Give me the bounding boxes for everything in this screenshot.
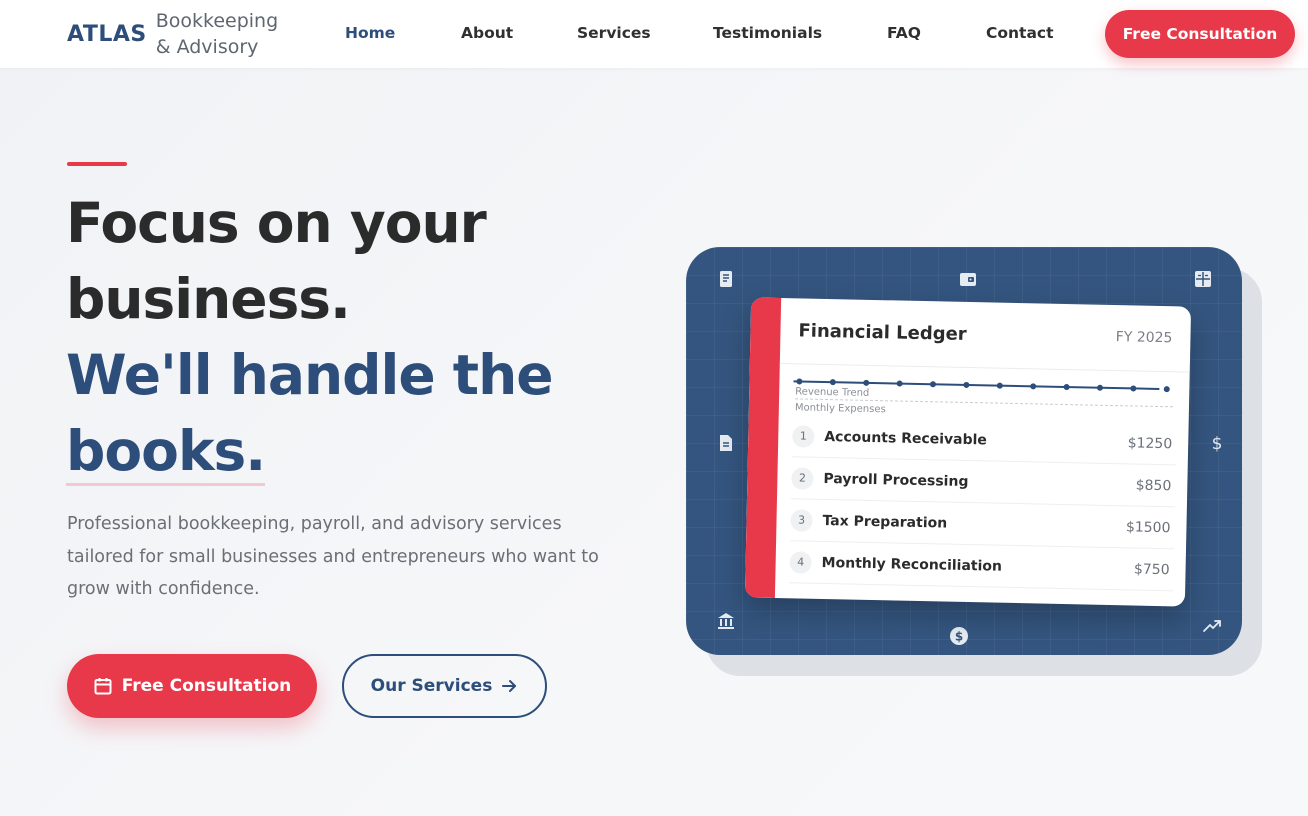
calculator-icon [1193, 269, 1213, 289]
navbar: ATLAS Bookkeeping & Advisory Home About … [0, 0, 1308, 68]
ledger-row-number: 4 [789, 550, 812, 574]
receipt-icon [716, 269, 736, 289]
ledger-row-name: Payroll Processing [823, 470, 969, 490]
accent-line [67, 162, 127, 166]
trend-point [1130, 385, 1137, 392]
svg-text:$: $ [1212, 434, 1223, 453]
trend-point [1063, 384, 1070, 391]
ledger-row-amount: $750 [1133, 561, 1170, 578]
trend-point [930, 381, 937, 388]
ledger-row-amount: $1250 [1127, 434, 1173, 452]
nav-about[interactable]: About [461, 24, 513, 42]
arrow-right-icon [500, 677, 518, 695]
hero-title-line4: books. [66, 419, 266, 486]
hero-title-line3: We'll handle the [66, 343, 554, 407]
trend-point [896, 380, 903, 387]
trend-point [1163, 386, 1170, 393]
nav-free-consultation-button[interactable]: Free Consultation [1105, 10, 1295, 58]
bank-icon [716, 611, 736, 631]
nav-services[interactable]: Services [577, 24, 651, 42]
ledger-row: 4 Monthly Reconciliation $750 [789, 541, 1175, 592]
monthly-expenses-label: Monthly Expenses [794, 402, 886, 416]
ledger-title: Financial Ledger [798, 320, 967, 345]
coin-icon: $ [949, 626, 969, 646]
our-services-button[interactable]: Our Services [342, 654, 547, 718]
trend-point [863, 379, 870, 386]
ledger-row-name: Accounts Receivable [824, 428, 988, 448]
wallet-icon [958, 269, 978, 289]
trend-point [1030, 383, 1037, 390]
revenue-trend-label: Revenue Trend [795, 386, 870, 399]
hero-description: Professional bookkeeping, payroll, and a… [67, 514, 599, 599]
ledger-row-number: 2 [791, 466, 814, 490]
hero-title-line2: business. [66, 267, 351, 331]
hero-free-consultation-button[interactable]: Free Consultation [67, 654, 317, 718]
trend-point [996, 382, 1003, 389]
nav-home[interactable]: Home [345, 24, 395, 42]
ledger-fiscal-year: FY 2025 [1115, 329, 1173, 347]
document-icon [716, 433, 736, 453]
svg-text:$: $ [955, 630, 963, 644]
trend-point [829, 379, 836, 386]
dollar-icon: $ [1207, 433, 1227, 453]
trend-point [963, 381, 970, 388]
nav-testimonials[interactable]: Testimonials [713, 24, 822, 42]
ledger-row-number: 1 [792, 424, 815, 448]
ledger-row-number: 3 [790, 508, 813, 532]
hero-free-consultation-label: Free Consultation [121, 676, 292, 696]
ledger-row-amount: $850 [1135, 477, 1172, 494]
our-services-label: Our Services [370, 676, 493, 696]
hero-title: Focus on your business. We'll handle the… [66, 185, 626, 489]
nav-faq[interactable]: FAQ [887, 24, 921, 42]
financial-ledger-card: Financial Ledger FY 2025 Revenue Trend M… [744, 297, 1192, 607]
hero-title-line1: Focus on your [66, 191, 487, 255]
nav-contact[interactable]: Contact [986, 24, 1054, 42]
trending-up-icon [1202, 616, 1222, 636]
ledger-row-amount: $1500 [1125, 518, 1171, 536]
trend-point [1096, 384, 1103, 391]
ledger-accent-stripe [744, 297, 782, 598]
ledger-rows: 1 Accounts Receivable $1250 2 Payroll Pr… [789, 415, 1177, 592]
ledger-row-name: Monthly Reconciliation [821, 554, 1003, 575]
trend-point [796, 378, 803, 385]
ledger-row-name: Tax Preparation [822, 512, 948, 532]
calendar-icon [93, 676, 113, 696]
